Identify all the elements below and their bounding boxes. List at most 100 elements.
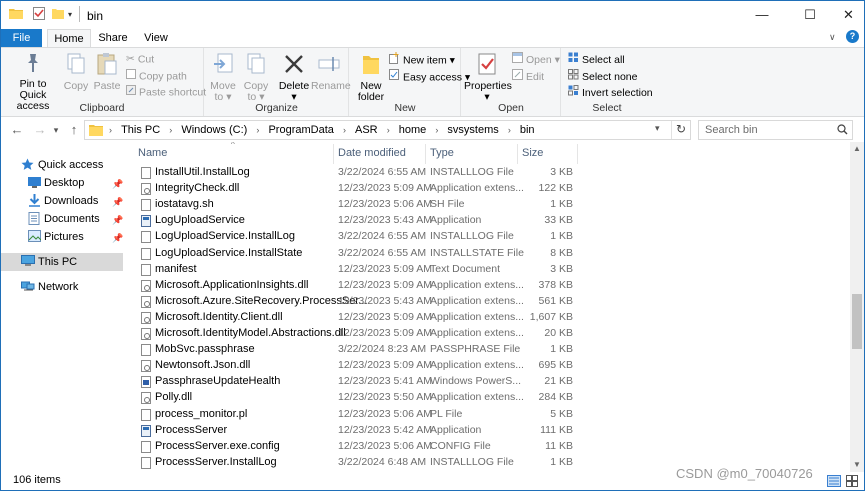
- scroll-up-arrow-icon[interactable]: ▲: [853, 144, 861, 153]
- file-row[interactable]: LogUploadService.InstallLog 3/22/2024 6:5…: [128, 229, 850, 245]
- delete-button[interactable]: Delete ▾: [278, 52, 310, 103]
- breadcrumb-bin[interactable]: bin: [520, 121, 535, 139]
- file-row[interactable]: Microsoft.ApplicationInsights.dll 12/23/2…: [128, 278, 850, 294]
- file-row[interactable]: LogUploadService 12/23/2023 5:43 AM Applic…: [128, 213, 850, 229]
- column-header-date[interactable]: Date modified: [338, 147, 426, 164]
- ribbon-expand-icon[interactable]: ∨: [829, 32, 836, 43]
- file-date-modified: 12/23/2023 5:09 AM: [338, 310, 432, 323]
- breadcrumb-home[interactable]: home: [399, 121, 427, 139]
- copy-to-button[interactable]: Copy to ▾: [242, 52, 270, 103]
- nav-documents[interactable]: Documents 📌: [1, 210, 123, 228]
- edit-label: Edit: [526, 70, 545, 83]
- tab-view[interactable]: View: [138, 29, 174, 47]
- file-size: 1 KB: [550, 230, 573, 243]
- vertical-scrollbar[interactable]: ▲ ▼: [850, 142, 864, 472]
- edit-button[interactable]: Edit: [512, 69, 544, 84]
- breadcrumb-windows-c[interactable]: Windows (C:): [181, 121, 247, 139]
- maximize-button[interactable]: ☐: [787, 1, 833, 29]
- nav-downloads[interactable]: Downloads 📌: [1, 192, 123, 210]
- column-header-name[interactable]: Name: [138, 147, 333, 164]
- nav-desktop[interactable]: Desktop 📌: [1, 174, 123, 192]
- file-row[interactable]: Microsoft.Azure.SiteRecovery.ProcessSer.…: [128, 294, 850, 310]
- file-icon: [141, 440, 151, 453]
- column-divider[interactable]: [425, 144, 426, 164]
- file-date-modified: 12/23/2023 5:09 AM: [338, 278, 432, 291]
- file-date-modified: 12/23/2023 5:42 AM: [338, 423, 432, 436]
- paste-shortcut-button[interactable]: Paste shortcut: [126, 85, 206, 100]
- file-row[interactable]: Microsoft.IdentityModel.Abstractions.dll…: [128, 326, 850, 342]
- new-item-button[interactable]: New item ▾: [389, 52, 455, 67]
- breadcrumb-this-pc[interactable]: This PC: [121, 121, 160, 139]
- recent-locations-button[interactable]: ▾: [51, 122, 61, 138]
- column-divider[interactable]: [577, 144, 578, 164]
- paste-button[interactable]: Paste: [93, 52, 121, 92]
- help-icon[interactable]: ?: [846, 30, 859, 43]
- select-all-icon: [568, 52, 579, 68]
- file-row[interactable]: LogUploadService.InstallState 3/22/2024 6…: [128, 246, 850, 262]
- nav-quick-access[interactable]: Quick access: [1, 156, 123, 174]
- copy-label: Copy: [63, 80, 89, 92]
- file-row[interactable]: IntegrityCheck.dll 12/23/2023 5:09 AM Appl…: [128, 181, 850, 197]
- address-dropdown-icon[interactable]: ▾: [655, 123, 660, 134]
- cut-button[interactable]: ✂ Cut: [126, 52, 154, 67]
- file-row[interactable]: Polly.dll 12/23/2023 5:50 AM Application e…: [128, 390, 850, 406]
- details-view-icon[interactable]: [827, 475, 841, 490]
- breadcrumb-asr[interactable]: ASR: [355, 121, 378, 139]
- large-icons-view-icon[interactable]: [846, 475, 858, 490]
- scroll-down-arrow-icon[interactable]: ▼: [853, 460, 861, 469]
- minimize-button[interactable]: —: [739, 1, 785, 29]
- paste-shortcut-icon: [126, 85, 136, 100]
- file-row[interactable]: process_monitor.pl 12/23/2023 5:06 AM PL F…: [128, 407, 850, 423]
- paste-icon: [93, 52, 121, 79]
- file-row[interactable]: InstallUtil.InstallLog 3/22/2024 6:55 AM I…: [128, 165, 850, 181]
- select-all-button[interactable]: Select all: [568, 52, 625, 67]
- up-button[interactable]: ↑: [66, 122, 82, 138]
- back-button[interactable]: ←: [9, 122, 25, 138]
- file-row[interactable]: Newtonsoft.Json.dll 12/23/2023 5:09 AM App…: [128, 358, 850, 374]
- file-row[interactable]: iostatavg.sh 12/23/2023 5:06 AM SH File 1 K…: [128, 197, 850, 213]
- file-icon: [141, 199, 151, 212]
- file-type: INSTALLSTATE File: [430, 246, 524, 259]
- scrollbar-thumb[interactable]: [852, 294, 862, 349]
- copy-path-button[interactable]: Copy path: [126, 69, 187, 84]
- file-date-modified: 3/22/2024 8:23 AM: [338, 343, 427, 356]
- file-row[interactable]: Microsoft.Identity.Client.dll 12/23/2023 …: [128, 310, 850, 326]
- search-input[interactable]: Search bin: [698, 120, 853, 140]
- close-button[interactable]: ✕: [833, 1, 864, 29]
- new-folder-button[interactable]: New folder: [353, 52, 389, 103]
- nav-network[interactable]: Network: [1, 278, 123, 296]
- file-row[interactable]: ProcessServer 12/23/2023 5:42 AM Applicati…: [128, 423, 850, 439]
- tab-share[interactable]: Share: [93, 29, 133, 47]
- select-none-button[interactable]: Select none: [568, 69, 637, 84]
- column-divider[interactable]: [333, 144, 334, 164]
- forward-button[interactable]: →: [32, 122, 48, 138]
- properties-button[interactable]: Properties ▾: [464, 52, 512, 103]
- column-divider[interactable]: [517, 144, 518, 164]
- copy-button[interactable]: Copy: [63, 52, 89, 92]
- refresh-icon[interactable]: ↻: [676, 122, 686, 136]
- quick-access-toolbar-dropdown-icon[interactable]: ▾: [68, 10, 72, 19]
- tab-file[interactable]: File: [1, 29, 42, 47]
- address-box[interactable]: › This PC › Windows (C:) › ProgramData ›…: [84, 120, 691, 140]
- pin-label-1: Pin to Quick: [19, 78, 47, 101]
- invert-selection-button[interactable]: Invert selection: [568, 85, 653, 100]
- pictures-icon: [28, 230, 42, 248]
- breadcrumb-svsystems[interactable]: svsystems: [447, 121, 498, 139]
- easy-access-button[interactable]: Easy access ▾: [389, 69, 470, 84]
- column-header-size[interactable]: Size: [522, 147, 577, 164]
- move-to-button[interactable]: Move to ▾: [209, 52, 237, 103]
- tab-home[interactable]: Home: [47, 29, 91, 48]
- rename-button[interactable]: Rename: [311, 52, 351, 92]
- open-button[interactable]: Open ▾: [512, 52, 560, 67]
- file-row[interactable]: PassphraseUpdateHealth 12/23/2023 5:41 AM…: [128, 374, 850, 390]
- file-row[interactable]: MobSvc.passphrase 3/22/2024 8:23 AM PASSPH…: [128, 342, 850, 358]
- new-folder-quick-icon[interactable]: [52, 7, 64, 22]
- column-header-type[interactable]: Type: [430, 147, 515, 164]
- nav-pictures[interactable]: Pictures 📌: [1, 228, 123, 246]
- properties-quick-icon[interactable]: [33, 7, 45, 23]
- file-row[interactable]: manifest 12/23/2023 5:09 AM Text Document 3…: [128, 262, 850, 278]
- dll-file-icon: [141, 328, 151, 340]
- nav-this-pc[interactable]: This PC: [1, 253, 123, 271]
- file-row[interactable]: ProcessServer.exe.config 12/23/2023 5:06 …: [128, 439, 850, 455]
- breadcrumb-programdata[interactable]: ProgramData: [268, 121, 333, 139]
